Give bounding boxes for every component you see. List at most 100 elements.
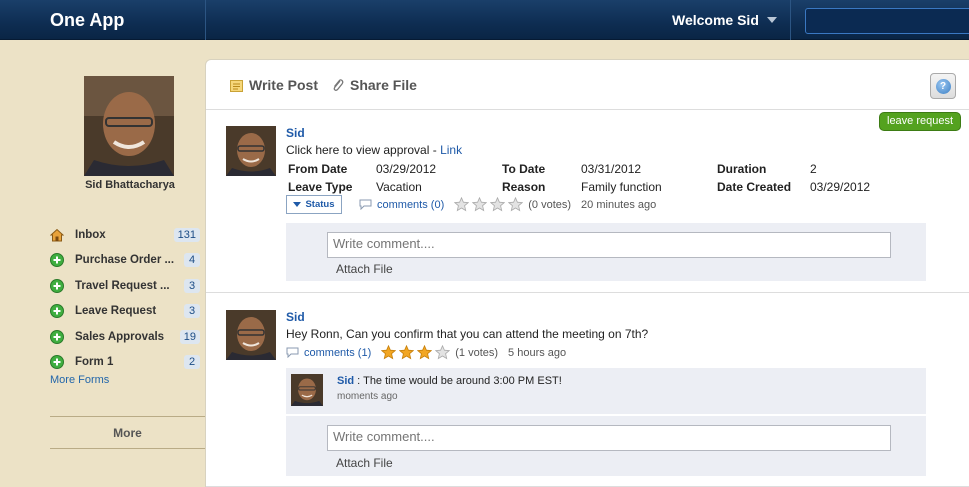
plus-circle-icon <box>50 304 64 319</box>
avatar[interactable] <box>226 310 276 360</box>
field-value: Vacation <box>376 180 422 194</box>
sidebar-item-label: Sales Approvals <box>75 330 165 343</box>
help-button[interactable]: ? <box>930 73 956 99</box>
divider <box>790 0 791 40</box>
field-value: 2 <box>810 162 817 176</box>
post-text: Click here to view approval - Link <box>286 143 462 157</box>
star-icon[interactable] <box>381 345 397 360</box>
field-value: Family function <box>581 180 662 194</box>
post-author[interactable]: Sid <box>286 126 305 140</box>
chevron-down-icon <box>766 17 777 23</box>
comment-icon <box>359 199 372 210</box>
more-button[interactable]: More <box>50 426 205 440</box>
attach-file-link[interactable]: Attach File <box>336 456 393 470</box>
paperclip-icon <box>333 79 344 91</box>
count-badge: 19 <box>179 329 200 344</box>
sidebar-item-travel-request[interactable]: Travel Request ... 3 <box>50 273 200 299</box>
reply-body: : The time would be around 3:00 PM EST! <box>354 375 562 387</box>
post-meta: comments (0) (0 votes) 20 minutes ago <box>359 197 656 212</box>
sidebar-item-label: Leave Request <box>75 305 157 318</box>
status-label: Status <box>305 199 335 210</box>
comment-box: Attach File <box>286 416 926 476</box>
sidebar-item-leave-request[interactable]: Leave Request 3 <box>50 299 200 325</box>
field-label: Leave Type <box>288 180 353 194</box>
divider <box>50 416 205 417</box>
reply-time: moments ago <box>337 391 398 402</box>
star-rating[interactable] <box>454 197 524 212</box>
star-icon[interactable] <box>472 197 488 212</box>
write-post-label: Write Post <box>249 77 318 93</box>
search-input[interactable] <box>805 8 969 34</box>
comment-input[interactable] <box>327 232 891 258</box>
field-value: 03/29/2012 <box>376 162 437 176</box>
sidebar-item-label: Purchase Order ... <box>75 254 175 267</box>
field-label: To Date <box>502 162 546 176</box>
user-menu[interactable]: Welcome Sid <box>672 12 777 28</box>
star-icon[interactable] <box>490 197 506 212</box>
leave-request-badge[interactable]: leave request <box>879 112 962 131</box>
divider <box>205 0 206 40</box>
home-icon <box>50 228 64 242</box>
sidebar-item-form-1[interactable]: Form 1 2 <box>50 350 200 376</box>
sidebar-nav: Inbox 131 Purchase Order ... 4 Travel Re… <box>50 222 200 375</box>
reply-item: Sid : The time would be around 3:00 PM E… <box>286 368 926 415</box>
field-value: 03/29/2012 <box>810 180 871 194</box>
star-icon[interactable] <box>454 197 470 212</box>
post-author[interactable]: Sid <box>286 310 305 324</box>
field-label: Duration <box>717 162 767 176</box>
sidebar-item-label: Travel Request ... <box>75 279 170 292</box>
welcome-label: Welcome Sid <box>672 12 759 28</box>
sidebar-item-sales-approvals[interactable]: Sales Approvals 19 <box>50 324 200 350</box>
comment-input[interactable] <box>327 425 891 451</box>
attach-file-link[interactable]: Attach File <box>336 262 393 276</box>
sidebar-item-inbox[interactable]: Inbox 131 <box>50 222 200 248</box>
comment-icon <box>286 347 299 358</box>
divider <box>206 292 969 293</box>
vote-count: (1 votes) <box>455 346 499 359</box>
star-icon[interactable] <box>508 197 524 212</box>
reply-author[interactable]: Sid <box>337 375 354 387</box>
help-icon: ? <box>935 78 951 94</box>
count-badge: 4 <box>184 253 200 268</box>
post-text: Hey Ronn, Can you confirm that you can a… <box>286 327 649 341</box>
write-post-button[interactable]: Write Post <box>230 77 318 93</box>
field-label: From Date <box>288 162 348 176</box>
profile-name: Sid Bhattacharya <box>85 179 175 191</box>
chevron-down-icon <box>293 202 302 207</box>
sidebar-item-label: Form 1 <box>75 356 114 369</box>
field-label: Reason <box>502 180 546 194</box>
star-rating[interactable] <box>381 345 451 360</box>
plus-circle-icon <box>50 355 64 370</box>
avatar[interactable] <box>226 126 276 176</box>
avatar[interactable] <box>291 374 323 406</box>
status-dropdown[interactable]: Status <box>286 195 342 214</box>
app-title[interactable]: One App <box>50 10 124 31</box>
share-file-button[interactable]: Share File <box>331 77 417 93</box>
vote-count: (0 votes) <box>528 198 572 211</box>
feed-panel: Write Post Share File ? leave request Si… <box>205 59 969 487</box>
divider <box>50 448 205 449</box>
post-time: 5 hours ago <box>508 346 567 359</box>
share-file-label: Share File <box>350 77 417 93</box>
field-label: Date Created <box>717 180 792 194</box>
plus-circle-icon <box>50 278 64 293</box>
note-icon <box>230 79 243 92</box>
plus-circle-icon <box>50 253 64 268</box>
profile-photo[interactable] <box>84 76 174 176</box>
plus-circle-icon <box>50 329 64 344</box>
comments-link[interactable]: comments (1) <box>304 347 371 359</box>
post-time: 20 minutes ago <box>581 198 657 211</box>
star-icon[interactable] <box>399 345 415 360</box>
star-icon[interactable] <box>417 345 433 360</box>
count-badge: 3 <box>184 278 200 293</box>
approval-link[interactable]: Link <box>440 143 462 157</box>
top-bar: One App Welcome Sid <box>0 0 969 40</box>
more-forms-link[interactable]: More Forms <box>50 374 109 386</box>
sidebar-item-label: Inbox <box>75 228 106 241</box>
sidebar-item-purchase-order[interactable]: Purchase Order ... 4 <box>50 248 200 274</box>
count-badge: 3 <box>184 304 200 319</box>
post-text-body: Click here to view approval - <box>286 143 441 157</box>
comments-link[interactable]: comments (0) <box>377 199 444 211</box>
star-icon[interactable] <box>435 345 451 360</box>
post-meta: comments (1) (1 votes) 5 hours ago <box>286 345 566 360</box>
